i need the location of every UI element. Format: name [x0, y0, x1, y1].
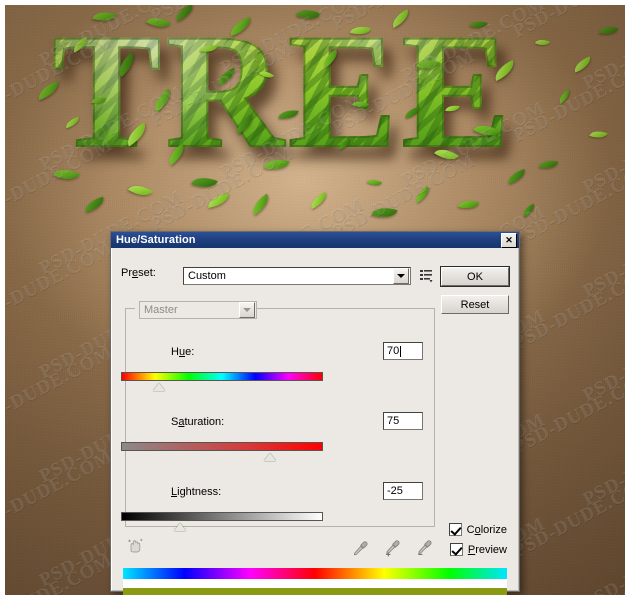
colorize-label: Colorize	[466, 523, 507, 536]
ok-button[interactable]: OK	[440, 266, 510, 287]
screenshot-canvas: TREE TREE PSD-DUDE.COMPSD-DUDE.COMPSD-DU…	[0, 0, 630, 600]
channel-dropdown[interactable]: Master	[139, 301, 257, 319]
preset-label: Preset:	[121, 267, 156, 279]
preview-checkbox[interactable]	[449, 543, 463, 556]
input-spectrum-bar	[123, 568, 507, 579]
output-result-bar	[123, 588, 507, 599]
colorize-checkbox-row[interactable]: Colorize	[448, 523, 507, 536]
reset-button[interactable]: Reset	[441, 295, 509, 314]
preview-checkbox-row[interactable]: Preview	[449, 543, 507, 556]
preset-row: Preset: Custom	[121, 267, 433, 285]
hue-input[interactable]: 70	[383, 342, 423, 360]
preview-label: Preview	[467, 543, 507, 556]
chevron-down-icon[interactable]	[393, 268, 409, 284]
channel-value: Master	[144, 304, 178, 316]
saturation-track[interactable]	[121, 442, 323, 451]
bars-gap	[123, 579, 507, 588]
dialog-title: Hue/Saturation	[116, 234, 196, 246]
saturation-slider-thumb[interactable]	[264, 453, 277, 461]
hue-label: Hue:	[171, 346, 195, 358]
eyedropper-group	[351, 540, 433, 558]
lightness-input[interactable]: -25	[383, 482, 423, 500]
hue-slider-thumb[interactable]	[153, 383, 166, 391]
dialog-titlebar[interactable]: Hue/Saturation ✕	[111, 232, 519, 248]
lightness-label: Lightness:	[171, 486, 222, 498]
preset-value: Custom	[188, 270, 226, 282]
eyedropper-icon[interactable]	[351, 540, 369, 558]
saturation-label: Saturation:	[171, 416, 225, 428]
colorize-checkbox[interactable]	[448, 523, 462, 536]
color-bars	[123, 568, 507, 599]
hue-saturation-dialog: Hue/Saturation ✕ Preset: Custom OK Reset…	[110, 231, 520, 599]
eyedropper-add-icon[interactable]	[383, 540, 401, 558]
eyedropper-subtract-icon[interactable]	[415, 540, 433, 558]
preset-menu-icon[interactable]	[419, 268, 434, 283]
on-image-adjustment-hand-icon[interactable]	[126, 537, 144, 555]
lightness-slider-thumb[interactable]	[173, 523, 186, 531]
preset-dropdown[interactable]: Custom	[183, 267, 411, 285]
saturation-input[interactable]: 75	[383, 412, 423, 430]
chevron-down-icon[interactable]	[239, 302, 255, 318]
lightness-track[interactable]	[121, 512, 323, 521]
hue-track[interactable]	[121, 372, 323, 381]
close-icon[interactable]: ✕	[501, 233, 517, 248]
